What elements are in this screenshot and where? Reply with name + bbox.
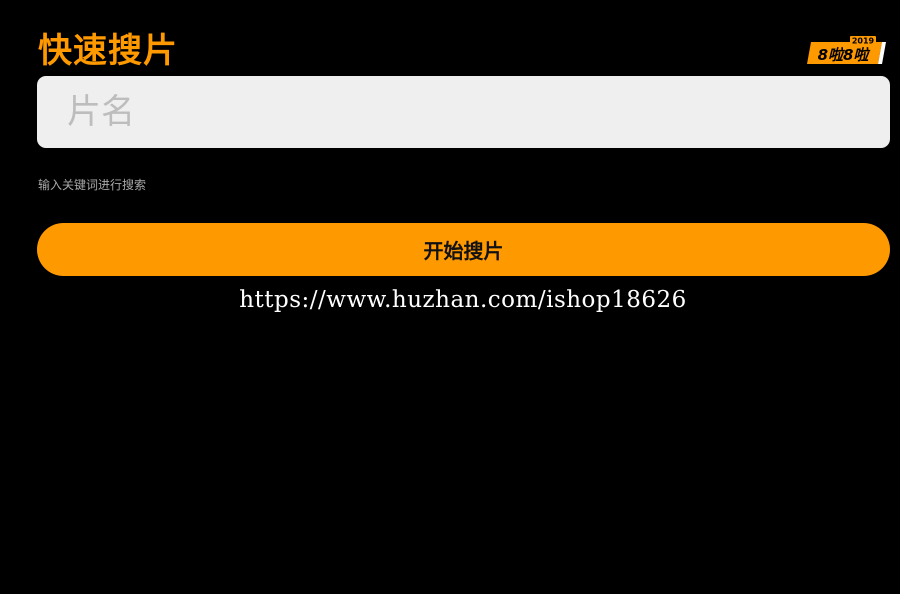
- search-box: [37, 76, 890, 148]
- start-search-button[interactable]: 开始搜片: [37, 223, 890, 276]
- page-title: 快速搜片: [38, 31, 178, 71]
- search-input[interactable]: [37, 76, 890, 148]
- logo-year: 2019: [852, 37, 875, 46]
- logo-text: 8啦8啦: [818, 46, 871, 64]
- quick-search-page: 快速搜片 2019 8啦8啦 输入关键词进行搜索 开始搜片 https://ww…: [0, 0, 900, 594]
- brand-logo-icon: 2019 8啦8啦: [806, 36, 886, 66]
- brand-logo-graphic: 2019 8啦8啦: [807, 36, 886, 64]
- watermark-text: https://www.huzhan.com/ishop18626: [239, 287, 687, 313]
- search-hint: 输入关键词进行搜索: [38, 178, 147, 192]
